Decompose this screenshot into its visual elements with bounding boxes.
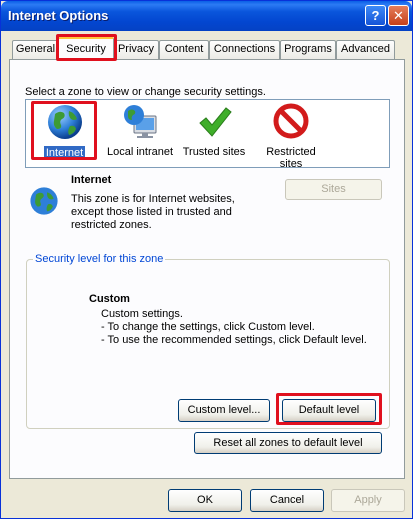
- zone-internet[interactable]: Internet: [32, 100, 97, 166]
- restricted-red-circle-icon: [273, 103, 309, 139]
- help-button[interactable]: ?: [365, 5, 386, 26]
- title-bar[interactable]: Internet Options ? ✕: [1, 1, 412, 31]
- green-checkmark-icon: [199, 107, 232, 137]
- security-level-title: Custom: [89, 293, 130, 305]
- security-level-line: - To change the settings, click Custom l…: [101, 321, 315, 333]
- tab-programs[interactable]: Programs: [280, 40, 336, 59]
- intranet-monitor-icon: [124, 105, 157, 138]
- security-level-group-label: Security level for this zone: [33, 253, 166, 265]
- default-level-button[interactable]: Default level: [282, 399, 376, 422]
- globe-icon: [47, 105, 82, 139]
- globe-icon: [30, 187, 58, 215]
- zone-local-intranet[interactable]: Local intranet: [104, 100, 176, 166]
- zone-prompt: Select a zone to view or change security…: [25, 86, 266, 98]
- window-title: Internet Options: [8, 8, 109, 23]
- selected-zone-title: Internet: [71, 174, 112, 186]
- cancel-button[interactable]: Cancel: [250, 489, 324, 512]
- security-level-line: - To use the recommended settings, click…: [101, 334, 367, 346]
- zone-label-internet: Internet: [43, 146, 86, 160]
- zone-list: Internet Local intranet Trusted sites Re…: [25, 99, 390, 170]
- security-level-description: Custom settings. - To change the setting…: [101, 308, 367, 347]
- tab-content[interactable]: Content: [159, 40, 209, 59]
- zone-trusted-sites[interactable]: Trusted sites: [179, 100, 249, 166]
- zone-label-trusted-sites: Trusted sites: [182, 146, 246, 158]
- tab-strip: General Security Privacy Content Connect…: [1, 37, 413, 61]
- security-level-line: Custom settings.: [101, 308, 183, 320]
- zone-label-local-intranet: Local intranet: [106, 146, 174, 158]
- tab-connections[interactable]: Connections: [209, 40, 280, 59]
- tab-security[interactable]: Security: [58, 37, 114, 60]
- tab-advanced[interactable]: Advanced: [336, 40, 395, 59]
- close-button[interactable]: ✕: [388, 5, 409, 26]
- apply-button[interactable]: Apply: [331, 489, 405, 512]
- selected-zone-description: This zone is for Internet websites, exce…: [71, 193, 235, 231]
- sites-button[interactable]: Sites: [285, 179, 382, 200]
- zone-label-restricted-sites: Restricted sites: [266, 146, 316, 170]
- ok-button[interactable]: OK: [168, 489, 242, 512]
- reset-all-zones-button[interactable]: Reset all zones to default level: [194, 432, 382, 454]
- custom-level-button[interactable]: Custom level...: [178, 399, 270, 422]
- internet-options-window: Internet Options ? ✕ General Security Pr…: [0, 0, 413, 519]
- tab-privacy[interactable]: Privacy: [113, 40, 159, 59]
- tab-general[interactable]: General: [12, 40, 59, 59]
- zone-restricted-sites[interactable]: Restricted sites: [256, 100, 326, 170]
